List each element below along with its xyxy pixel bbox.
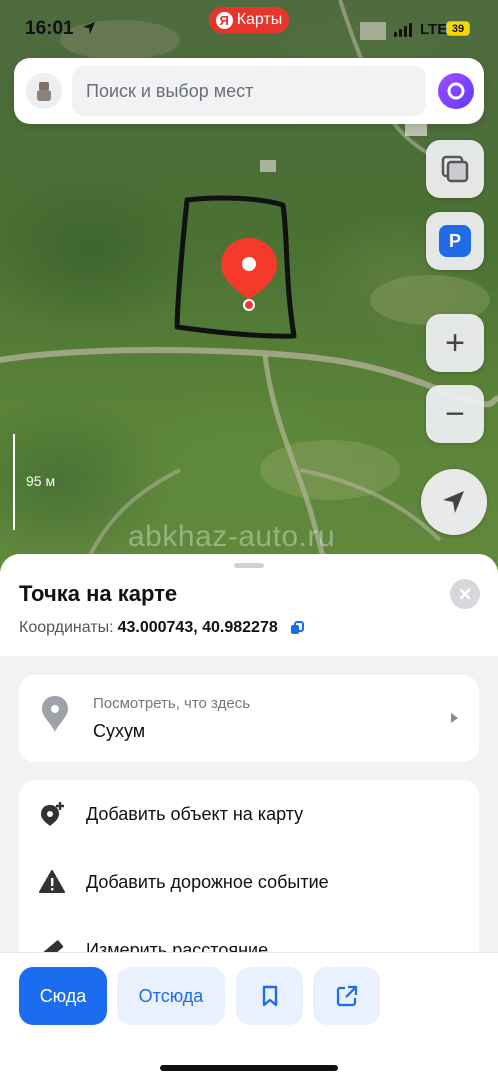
app-badge[interactable]: Я Карты — [209, 7, 289, 33]
bottom-action-bar: Сюда Отсюда — [0, 952, 498, 1080]
alice-icon — [447, 82, 465, 100]
alice-assistant-button[interactable] — [438, 73, 474, 109]
layers-button[interactable] — [426, 140, 484, 198]
route-from-button[interactable]: Отсюда — [117, 967, 225, 1025]
minus-icon: − — [445, 395, 465, 433]
zoom-out-button[interactable]: − — [426, 385, 484, 443]
close-button[interactable] — [450, 579, 480, 609]
yandex-logo-icon: Я — [215, 11, 233, 29]
layers-icon — [441, 155, 469, 183]
network-label: LTE — [420, 21, 448, 38]
parking-icon: P — [439, 225, 471, 257]
map-pin-icon — [221, 238, 277, 311]
navigation-arrow-icon — [443, 491, 464, 513]
app-badge-label: Карты — [236, 11, 283, 28]
search-bar — [14, 58, 484, 124]
close-icon — [459, 588, 471, 600]
plus-icon: + — [445, 324, 465, 362]
search-field[interactable] — [72, 66, 426, 116]
coords-value[interactable]: 43.000743, 40.982278 — [118, 619, 278, 637]
my-location-button[interactable] — [421, 469, 487, 535]
place-title: Точка на карте — [19, 581, 178, 606]
share-button[interactable] — [313, 967, 380, 1025]
add-place-icon — [41, 802, 64, 826]
add-object-action[interactable]: Добавить объект на карту — [19, 784, 479, 844]
status-time: 16:01 — [25, 18, 74, 39]
add-road-event-label: Добавить дорожное событие — [86, 872, 329, 892]
add-road-event-action[interactable]: Добавить дорожное событие — [19, 852, 479, 912]
user-icon — [37, 82, 51, 101]
sheet-header: Точка на карте Координаты: 43.000743, 40… — [0, 554, 498, 656]
scale-bar — [13, 434, 15, 530]
signal-icon — [394, 23, 412, 37]
chevron-right-icon — [451, 713, 458, 723]
sheet-grabber[interactable] — [234, 563, 264, 568]
whats-here-city: Сухум — [93, 721, 146, 741]
bookmark-icon — [262, 985, 277, 1007]
actions-card: Добавить объект на карту Добавить дорожн… — [19, 780, 479, 980]
zoom-in-button[interactable]: + — [426, 314, 484, 372]
scale-label: 95 м — [26, 473, 56, 489]
home-indicator — [160, 1065, 338, 1071]
parking-button[interactable]: P — [426, 212, 484, 270]
search-input[interactable] — [72, 66, 426, 116]
add-object-label: Добавить объект на карту — [86, 804, 304, 824]
avatar[interactable] — [26, 73, 62, 109]
location-pin-icon — [42, 696, 68, 732]
share-icon — [336, 985, 357, 1007]
warning-icon — [39, 870, 65, 893]
route-here-button[interactable]: Сюда — [19, 967, 107, 1025]
battery-icon: 39 — [446, 21, 470, 36]
watermark: abkhaz-auto.ru — [128, 520, 336, 553]
whats-here-card[interactable]: Посмотреть, что здесь Сухум — [19, 675, 479, 762]
copy-icon[interactable] — [290, 621, 304, 635]
bookmark-button[interactable] — [236, 967, 303, 1025]
coords-label: Координаты: — [19, 619, 114, 636]
location-arrow-icon — [83, 22, 95, 34]
whats-here-subtitle: Посмотреть, что здесь — [93, 695, 251, 712]
coordinates: Координаты: 43.000743, 40.982278 — [19, 619, 304, 637]
